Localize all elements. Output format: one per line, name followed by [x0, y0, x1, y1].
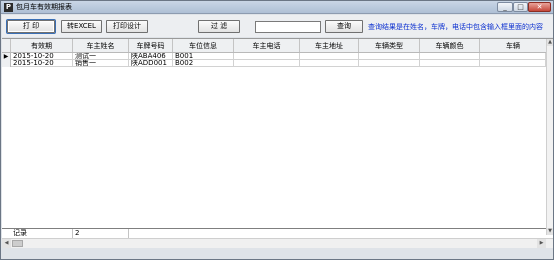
export-excel-button[interactable]: 转EXCEL	[61, 20, 102, 33]
table-row[interactable]: 2015-10-20 销售一 陕ADD001 B002	[2, 60, 546, 67]
cell-vehicle-color[interactable]	[420, 60, 480, 67]
cell-vehicle-type[interactable]	[359, 53, 420, 60]
minimize-button[interactable]: _	[497, 2, 513, 12]
column-header-vehicle[interactable]: 车辆	[480, 39, 546, 52]
cell-plate[interactable]: 陕ABA406	[129, 53, 173, 60]
vertical-scrollbar[interactable]: ▲ ▼	[546, 39, 553, 235]
grid-header: 有效期 车主姓名 车牌号码 车位信息 车主电话 车主地址 车辆类型 车辆颜色 车…	[2, 39, 546, 53]
column-header-space[interactable]: 车位信息	[173, 39, 234, 52]
column-header-owner-name[interactable]: 车主姓名	[73, 39, 129, 52]
data-grid[interactable]: 有效期 车主姓名 车牌号码 车位信息 车主电话 车主地址 车辆类型 车辆颜色 车…	[2, 38, 553, 257]
record-count: 2	[73, 229, 129, 238]
search-input[interactable]	[255, 21, 321, 33]
row-indicator	[2, 60, 11, 67]
cell-space[interactable]: B001	[173, 53, 234, 60]
column-header-vehicle-type[interactable]: 车辆类型	[359, 39, 420, 52]
search-hint: 查询结果是在姓名，车牌，电话中包含输入框里面的内容	[368, 23, 543, 31]
column-header-vehicle-color[interactable]: 车辆颜色	[420, 39, 480, 52]
cell-vehicle[interactable]	[480, 60, 546, 67]
cell-space[interactable]: B002	[173, 60, 234, 67]
cell-expiry[interactable]: 2015-10-20	[11, 60, 73, 67]
cell-owner-name[interactable]: 销售一	[73, 60, 129, 67]
scroll-thumb[interactable]	[12, 240, 23, 247]
toolbar: 打 印 转EXCEL 打印设计 过 滤 查询 查询结果是在姓名，车牌，电话中包含…	[2, 15, 553, 37]
cell-vehicle[interactable]	[480, 53, 546, 60]
cell-vehicle-type[interactable]	[359, 60, 420, 67]
horizontal-scrollbar[interactable]: ◀ ▶	[2, 238, 553, 248]
table-row[interactable]: ▶ 2015-10-20 测试一 陕ABA406 B001	[2, 53, 546, 60]
close-button[interactable]: ✕	[528, 2, 551, 12]
column-header-address[interactable]: 车主地址	[300, 39, 359, 52]
window-title: 包月车有效期报表	[16, 3, 72, 11]
column-header-expiry[interactable]: 有效期	[11, 39, 73, 52]
grid-body: ▶ 2015-10-20 测试一 陕ABA406 B001 2015-10-20…	[2, 53, 546, 228]
summary-footer: 记录 2	[2, 228, 546, 238]
record-label: 记录	[11, 229, 73, 238]
cell-phone[interactable]	[234, 53, 300, 60]
scroll-down-icon[interactable]: ▼	[547, 228, 553, 235]
cell-owner-name[interactable]: 测试一	[73, 53, 129, 60]
scroll-up-icon[interactable]: ▲	[547, 39, 553, 46]
filter-button[interactable]: 过 滤	[198, 20, 240, 33]
print-button[interactable]: 打 印	[7, 20, 55, 33]
window-bottom-edge	[2, 248, 553, 257]
column-header-phone[interactable]: 车主电话	[234, 39, 300, 52]
cell-vehicle-color[interactable]	[420, 53, 480, 60]
current-row-indicator-icon: ▶	[2, 53, 11, 60]
cell-address[interactable]	[300, 53, 359, 60]
header-corner	[2, 39, 11, 52]
app-icon: P	[4, 3, 13, 12]
title-bar: P 包月车有效期报表 _ □ ✕	[1, 1, 553, 14]
cell-expiry[interactable]: 2015-10-20	[11, 53, 73, 60]
cell-address[interactable]	[300, 60, 359, 67]
print-design-button[interactable]: 打印设计	[106, 20, 148, 33]
report-window: P 包月车有效期报表 _ □ ✕ 打 印 转EXCEL 打印设计 过 滤 查询 …	[0, 0, 554, 260]
scroll-right-icon[interactable]: ▶	[537, 239, 546, 248]
cell-plate[interactable]: 陕ADD001	[129, 60, 173, 67]
column-header-plate[interactable]: 车牌号码	[129, 39, 173, 52]
maximize-button[interactable]: □	[513, 2, 528, 12]
cell-phone[interactable]	[234, 60, 300, 67]
query-button[interactable]: 查询	[325, 20, 363, 33]
scroll-left-icon[interactable]: ◀	[2, 239, 11, 248]
